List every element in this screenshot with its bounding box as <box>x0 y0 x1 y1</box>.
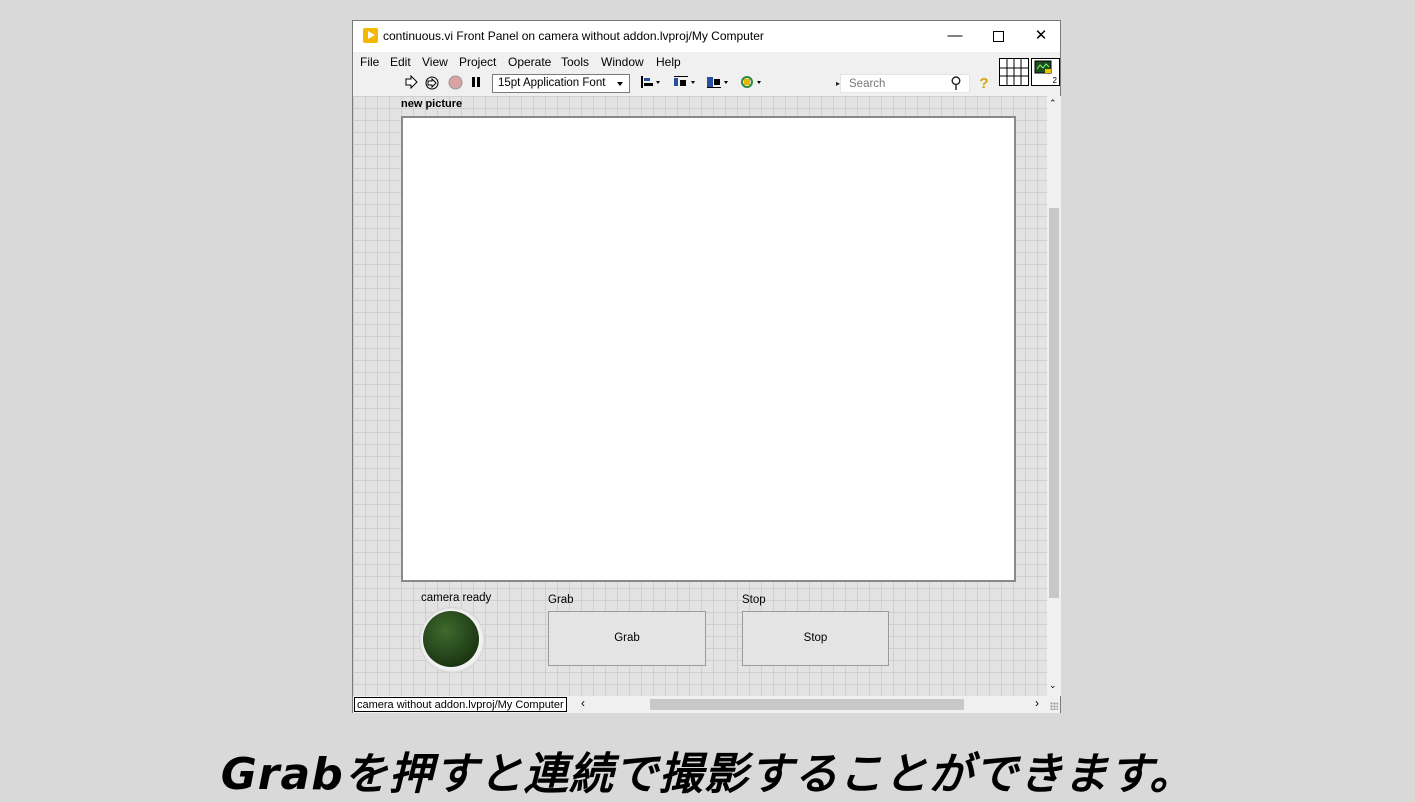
maximize-icon <box>992 30 1004 42</box>
context-help-icon[interactable]: ? <box>976 75 992 93</box>
chevron-down-icon <box>617 82 623 86</box>
menu-window[interactable]: Window <box>601 55 644 69</box>
run-continuously-icon[interactable] <box>423 75 441 93</box>
distribute-objects-icon[interactable] <box>672 75 698 93</box>
menu-bar: File Edit View Project Operate Tools Win… <box>353 52 1060 72</box>
caption-text: Grabを押すと連続で撮影することができます。 <box>220 749 1195 800</box>
search-icon[interactable]: ⚲ <box>946 75 966 93</box>
abort-execution-icon[interactable] <box>447 75 463 93</box>
camera-ready-led[interactable] <box>423 611 479 667</box>
font-select[interactable]: 15pt Application Font <box>492 74 630 93</box>
horizontal-scroll-thumb[interactable] <box>650 699 964 710</box>
vi-icon-number: 2 <box>1052 76 1057 85</box>
stop-label: Stop <box>742 594 766 606</box>
resize-grip-icon[interactable] <box>1050 702 1058 710</box>
vi-icon[interactable]: 2 <box>1031 58 1060 86</box>
status-bar: camera without addon.lvproj/My Computer … <box>353 696 1060 713</box>
pause-icon[interactable] <box>469 75 483 93</box>
toolbar: 15pt Application Font ▸ Search ⚲ ? <box>353 72 996 96</box>
picture-label: new picture <box>401 98 463 110</box>
menu-tools[interactable]: Tools <box>561 55 589 69</box>
minimize-button[interactable]: — <box>933 21 977 51</box>
labview-window: continuous.vi Front Panel on camera with… <box>352 20 1061 713</box>
menu-edit[interactable]: Edit <box>390 55 411 69</box>
menu-operate[interactable]: Operate <box>508 55 551 69</box>
window-title: continuous.vi Front Panel on camera with… <box>383 29 764 43</box>
grab-button[interactable]: Grab <box>548 611 706 666</box>
font-select-value: 15pt Application Font <box>498 77 606 89</box>
vertical-scroll-thumb[interactable] <box>1049 208 1059 598</box>
reorder-icon[interactable] <box>740 75 766 93</box>
menu-project[interactable]: Project <box>459 55 496 69</box>
scroll-down-icon[interactable]: ⌄ <box>1049 680 1057 691</box>
menu-file[interactable]: File <box>360 55 379 69</box>
run-arrow-icon[interactable] <box>403 74 419 93</box>
menu-help[interactable]: Help <box>656 55 681 69</box>
stop-button[interactable]: Stop <box>742 611 889 666</box>
project-context[interactable]: camera without addon.lvproj/My Computer <box>354 697 567 712</box>
vertical-scrollbar[interactable]: ⌃ ⌄ <box>1047 96 1061 696</box>
scroll-right-icon[interactable]: › <box>1035 696 1039 710</box>
menu-view[interactable]: View <box>422 55 448 69</box>
grab-label: Grab <box>548 594 574 606</box>
close-button[interactable]: ✕ <box>1019 21 1063 51</box>
title-bar[interactable]: continuous.vi Front Panel on camera with… <box>353 21 1060 52</box>
resize-objects-icon[interactable] <box>705 75 731 93</box>
led-label: camera ready <box>421 592 492 604</box>
connector-pane-icon[interactable] <box>999 58 1029 86</box>
scroll-up-icon[interactable]: ⌃ <box>1049 98 1057 109</box>
align-objects-icon[interactable] <box>639 75 663 93</box>
scroll-left-icon[interactable]: ‹ <box>581 696 585 710</box>
picture-display[interactable] <box>401 116 1016 582</box>
labview-app-icon <box>363 28 378 43</box>
maximize-button[interactable] <box>976 21 1020 51</box>
front-panel[interactable]: new picture camera ready Grab Grab Stop … <box>353 96 1047 696</box>
